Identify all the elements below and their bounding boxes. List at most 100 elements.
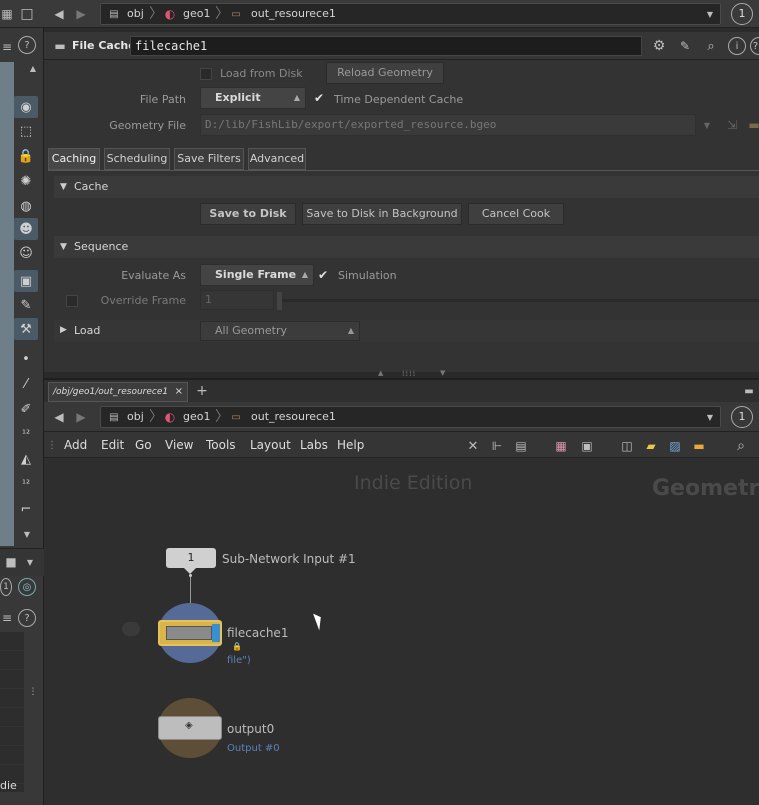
crumb-out-resource[interactable]: out_resourece1	[251, 4, 336, 24]
splitter-up-icon[interactable]: ▲	[378, 369, 383, 377]
sticky-note-icon[interactable]: ▰	[642, 437, 660, 455]
bypass-flag[interactable]	[122, 622, 140, 636]
tab-network-path[interactable]: /obj/geo1/out_resourece1 ×	[48, 382, 188, 402]
tab-save-filters[interactable]: Save Filters	[174, 148, 244, 170]
sphere-icon[interactable]: ◍	[14, 195, 38, 217]
camera-icon[interactable]: ▣	[14, 270, 38, 292]
slider-handle[interactable]	[277, 292, 282, 310]
override-frame-slider[interactable]	[278, 299, 759, 302]
cancel-cook-button[interactable]: Cancel Cook	[468, 203, 564, 225]
subnet-box-icon[interactable]: ▬	[690, 437, 708, 455]
menu-help[interactable]: Help	[337, 438, 364, 452]
crumb-out-resource[interactable]: out_resourece1	[251, 407, 336, 427]
tab-caching[interactable]: Caching	[48, 148, 100, 170]
path-dropdown-icon[interactable]: ▼	[704, 7, 716, 21]
skull-alt-icon[interactable]: ☺	[14, 242, 38, 264]
num-12-icon[interactable]: ¹²	[14, 423, 38, 445]
info-icon[interactable]: i	[728, 37, 746, 55]
link-icon[interactable]: ◎	[18, 578, 36, 596]
brush-icon[interactable]: ✎	[14, 294, 38, 316]
tab-advanced[interactable]: Advanced	[248, 148, 306, 170]
crumb-obj[interactable]: obj	[127, 4, 144, 24]
load-mode-menu[interactable]: All Geometry ▲	[200, 321, 360, 341]
gear-icon[interactable]: ⚙	[650, 37, 668, 55]
image-icon[interactable]: ▨	[666, 437, 684, 455]
pin-partial-icon[interactable]: 1	[0, 578, 12, 596]
file-path-menu[interactable]: Explicit ▲	[200, 87, 306, 109]
menu-view[interactable]: View	[165, 438, 193, 452]
tab-scheduling[interactable]: Scheduling	[104, 148, 170, 170]
menu-layout[interactable]: Layout	[250, 438, 291, 452]
search-icon[interactable]: ⌕	[732, 437, 750, 455]
pencil-icon[interactable]: ✐	[14, 398, 38, 420]
scroll-up-icon[interactable]: ▲	[28, 64, 38, 73]
menu-go[interactable]: Go	[135, 438, 152, 452]
forward-arrow-icon[interactable]: ▶	[72, 408, 90, 426]
pane-menu-icon[interactable]: ▬	[742, 384, 756, 398]
grid-icon[interactable]: ▦	[0, 4, 14, 24]
resize-handle-icon[interactable]: ⋮	[28, 686, 38, 698]
back-arrow-icon[interactable]: ◀	[50, 5, 68, 23]
help-partial-icon[interactable]: ?	[750, 37, 759, 55]
save-to-disk-button[interactable]: Save to Disk	[200, 203, 296, 225]
shape-palette-icon[interactable]: ▣	[578, 437, 596, 455]
load-from-disk-checkbox[interactable]	[200, 68, 212, 80]
lock-icon[interactable]: 🔒	[14, 145, 38, 167]
splitter-down-icon[interactable]: ▼	[440, 369, 445, 377]
network-box-icon[interactable]: ◫	[618, 437, 636, 455]
time-dependent-check-icon[interactable]: ✔	[314, 91, 324, 105]
cache-folder[interactable]: ▼ Cache	[54, 176, 759, 198]
menu-labs[interactable]: Labs	[300, 438, 328, 452]
color-palette-icon[interactable]: ▦	[552, 437, 570, 455]
forward-arrow-icon[interactable]: ▶	[72, 5, 90, 23]
brush-icon[interactable]: ✎	[676, 37, 694, 55]
path-dropdown-icon[interactable]: ▼	[704, 410, 716, 424]
crumb-geo1[interactable]: geo1	[183, 407, 210, 427]
tools-icon[interactable]: ✕	[464, 437, 482, 455]
square-icon[interactable]: □	[18, 4, 36, 24]
network-canvas[interactable]: Indie Edition Geometry 1 Sub-Network Inp…	[44, 458, 759, 805]
view-tool-icon[interactable]: ◉	[14, 96, 38, 118]
dot-icon[interactable]: •	[14, 348, 38, 370]
override-frame-field[interactable]: 1	[200, 290, 274, 310]
num-12b-icon[interactable]: ¹²	[14, 473, 38, 495]
crumb-obj[interactable]: obj	[127, 407, 144, 427]
wrench-icon[interactable]: ⚒	[14, 318, 38, 340]
node-name-field[interactable]: filecache1	[130, 36, 642, 56]
display-flag[interactable]	[212, 624, 220, 642]
simulation-check-icon[interactable]: ✔	[318, 268, 328, 282]
pen-icon[interactable]: ⁄	[14, 373, 38, 395]
geometry-file-dropdown-icon[interactable]: ▼	[700, 116, 714, 134]
menu-icon[interactable]: ≡	[0, 38, 14, 56]
filecache-node[interactable]	[158, 620, 222, 646]
subnet-input-node[interactable]: 1	[166, 548, 216, 568]
pin-button[interactable]: 1	[731, 3, 753, 25]
help-icon[interactable]: ?	[18, 36, 36, 54]
menu-tools[interactable]: Tools	[206, 438, 236, 452]
tree-icon[interactable]: ⊩	[488, 437, 506, 455]
paint-icon[interactable]: ◭	[14, 448, 38, 470]
list-menu-icon[interactable]: ≡	[0, 610, 14, 626]
reload-geometry-button[interactable]: Reload Geometry	[326, 62, 444, 84]
sequence-folder[interactable]: ▼ Sequence	[54, 236, 759, 258]
folder-icon[interactable]: ▬	[746, 116, 759, 134]
node-ref-icon[interactable]: ⇲	[724, 116, 740, 134]
back-arrow-icon[interactable]: ◀	[50, 408, 68, 426]
bulb-icon[interactable]: ✺	[14, 170, 38, 192]
network-pin-button[interactable]: 1	[731, 406, 753, 428]
search-icon[interactable]: ⌕	[702, 37, 720, 55]
menu-add[interactable]: Add	[64, 438, 87, 452]
load-folder[interactable]: ▶ Load	[54, 320, 759, 342]
menu-edit[interactable]: Edit	[101, 438, 124, 452]
evaluate-as-menu[interactable]: Single Frame ▲	[200, 264, 314, 286]
crumb-geo1[interactable]: geo1	[183, 4, 210, 24]
close-icon[interactable]: ×	[175, 383, 183, 401]
splitter-grip-icon[interactable]: ⁞⁞⁞⁞	[402, 369, 416, 378]
scroll-down-icon[interactable]: ▼	[20, 527, 34, 541]
select-tool-icon[interactable]: ⬚	[14, 120, 38, 142]
add-tab-icon[interactable]: +	[194, 382, 210, 400]
output-node[interactable]: ◈	[158, 716, 222, 740]
help2-icon[interactable]: ?	[18, 609, 36, 627]
list-view-icon[interactable]: ▤	[512, 437, 530, 455]
save-to-disk-bg-button[interactable]: Save to Disk in Background	[302, 203, 462, 225]
